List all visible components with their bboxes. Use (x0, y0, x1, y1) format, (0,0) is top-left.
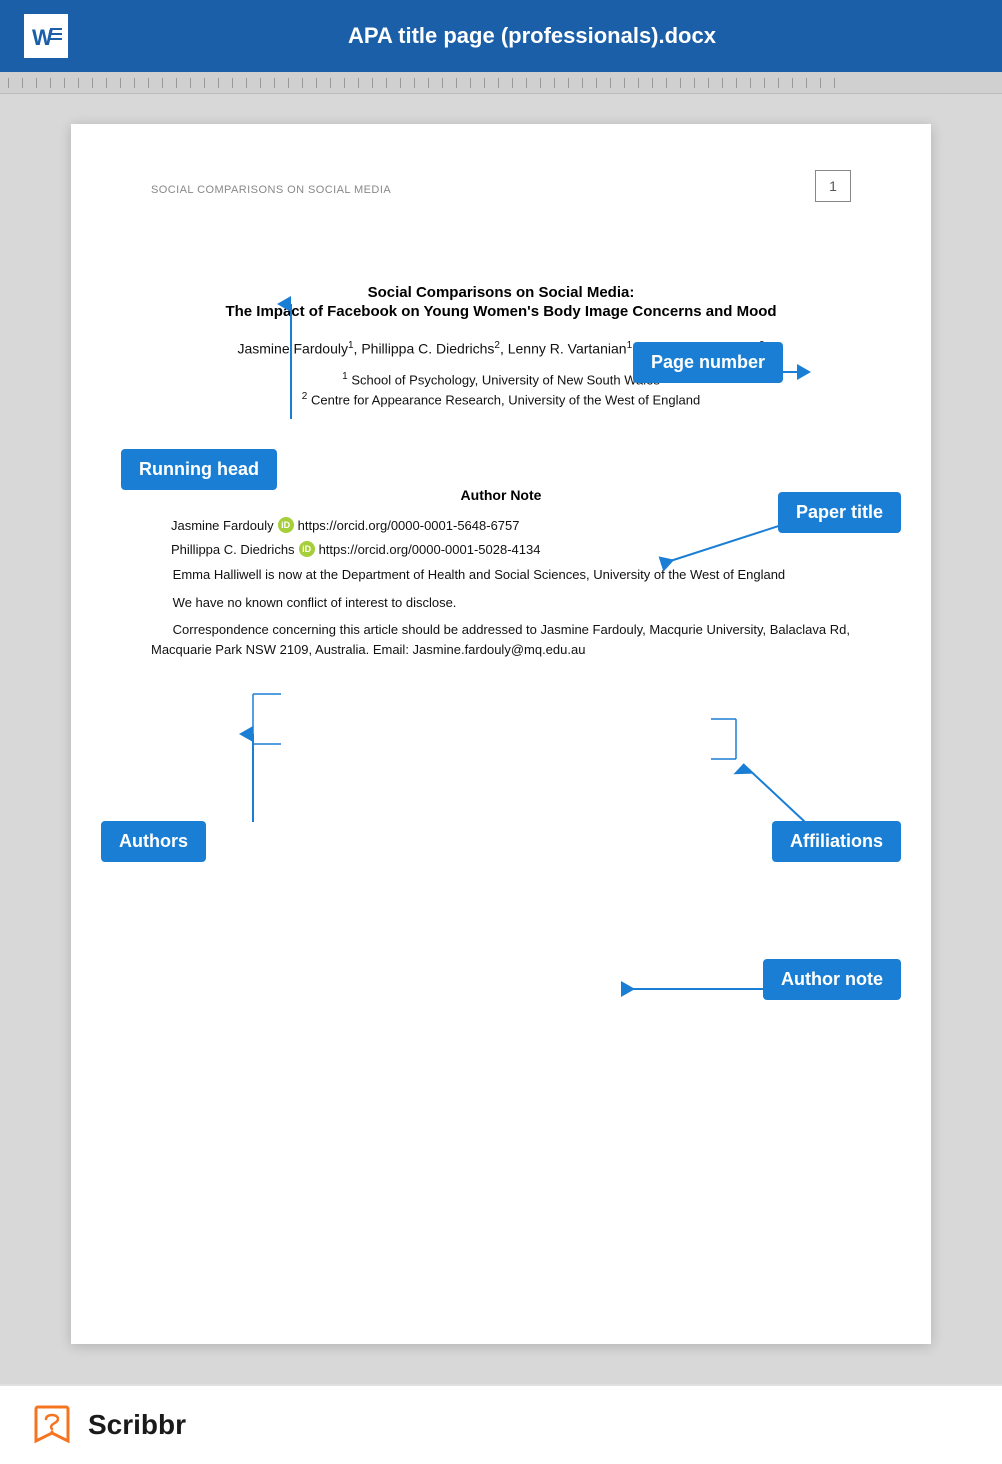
author-note-para-1: Emma Halliwell is now at the Department … (151, 565, 851, 585)
paper-title-label: Paper title (778, 492, 901, 533)
paper-title-sub: The Impact of Facebook on Young Women's … (151, 303, 851, 320)
author-note-label: Author note (763, 959, 901, 1000)
author-note-section: Author Note Jasmine Fardouly iD https://… (151, 487, 851, 659)
word-icon: W (24, 14, 68, 58)
orcid-icon-2: iD (299, 541, 315, 557)
author-note-line-1: Jasmine Fardouly iD https://orcid.org/00… (151, 517, 851, 533)
affiliations-label: Affiliations (772, 821, 901, 862)
page-number-display: 1 (815, 170, 851, 202)
author-note-para-2: We have no known conflict of interest to… (151, 593, 851, 613)
author-note-line-2: Phillippa C. Diedrichs iD https://orcid.… (151, 541, 851, 557)
top-bar: W APA title page (professionals).docx (0, 0, 1002, 72)
ruler (0, 72, 1002, 94)
page-number-label: Page number (633, 342, 783, 383)
authors-label: Authors (101, 821, 206, 862)
running-head-text: SOCIAL COMPARISONS ON SOCIAL MEDIA (151, 184, 391, 196)
running-head-label: Running head (121, 449, 277, 490)
document-title: APA title page (professionals).docx (86, 23, 978, 49)
author-note-para-3: Correspondence concerning this article s… (151, 620, 851, 659)
orcid-icon-1: iD (278, 517, 294, 533)
document-page: SOCIAL COMPARISONS ON SOCIAL MEDIA 1 Pag… (71, 124, 931, 1344)
scribbr-logo-icon (30, 1403, 74, 1447)
svg-text:W: W (32, 25, 53, 50)
paper-title-main: Social Comparisons on Social Media: (151, 284, 851, 301)
page-wrapper: SOCIAL COMPARISONS ON SOCIAL MEDIA 1 Pag… (0, 94, 1002, 1384)
affiliation-2: 2 Centre for Appearance Research, Univer… (151, 391, 851, 407)
footer-bar: Scribbr (0, 1384, 1002, 1464)
scribbr-brand-name: Scribbr (88, 1409, 186, 1441)
